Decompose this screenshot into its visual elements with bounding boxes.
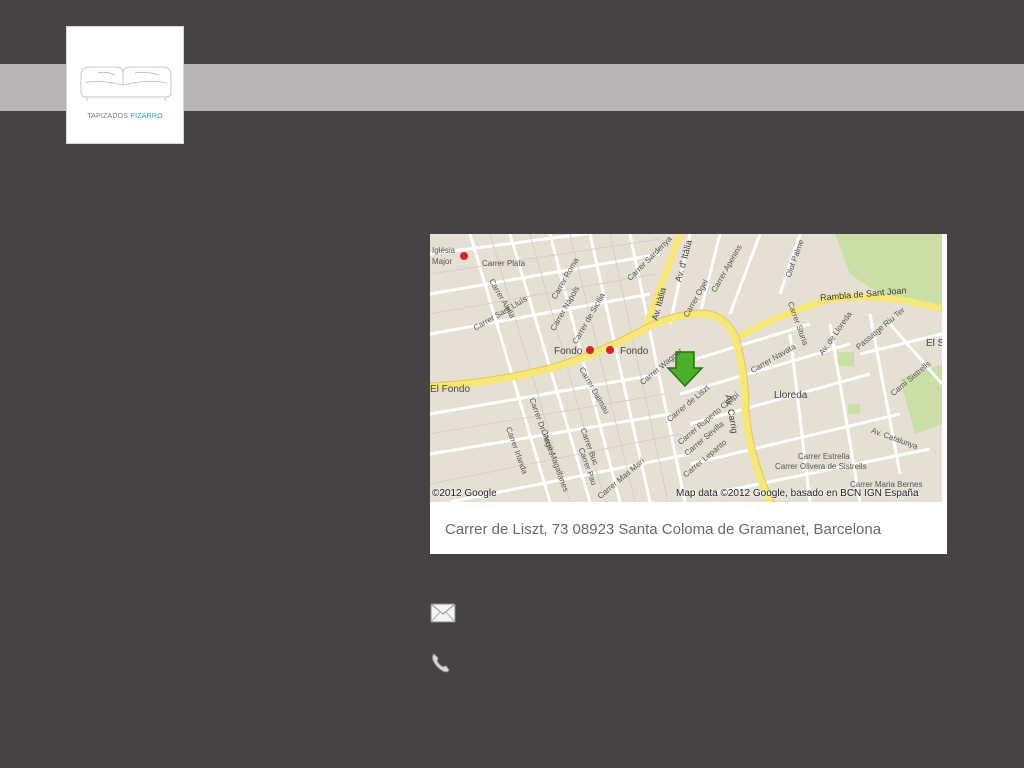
map-label: Carrer Plata [482, 259, 526, 268]
map-label: Carrer Olivera de Sistrells [775, 462, 867, 471]
logo-text: TAPIZADOS PIZARRO [67, 113, 183, 120]
map-label: Major [432, 257, 453, 266]
map-label: Iglésia [432, 246, 456, 255]
map-label: El Fondo [430, 384, 471, 395]
map-label: Lloreda [774, 390, 808, 401]
map-label: Fondo [620, 346, 649, 357]
logo[interactable]: TAPIZADOS PIZARRO [67, 27, 183, 143]
google-map[interactable]: Iglésia Major Carrer Plata Carrer Roma C… [430, 234, 942, 502]
logo-name-part2: PIZARRO [130, 113, 163, 120]
logo-name-part1: TAPIZADOS [87, 113, 129, 120]
map-data-attribution[interactable]: Map data ©2012 Google, basado en BCN IGN… [676, 488, 919, 499]
map-label: Carrer Estrella [798, 452, 850, 461]
map-label: Fondo [554, 346, 583, 357]
envelope-icon[interactable] [430, 603, 456, 628]
map-card: Iglésia Major Carrer Plata Carrer Roma C… [430, 234, 947, 554]
phone-icon[interactable] [430, 652, 452, 679]
map-label: El S [926, 338, 942, 349]
address-text: Carrer de Liszt, 73 08923 Santa Coloma d… [445, 521, 882, 538]
map-copyright: ©2012 Google [432, 488, 497, 499]
sofa-logo-icon [80, 66, 172, 101]
